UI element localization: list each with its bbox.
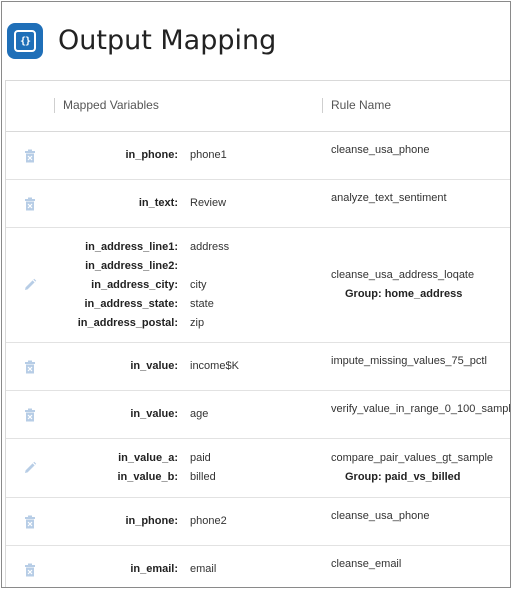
variable-value: zip xyxy=(190,317,205,329)
variable-name: in_phone: xyxy=(125,149,178,161)
rule-name: cleanse_usa_phone xyxy=(331,144,430,156)
column-header-rule-name[interactable]: Rule Name xyxy=(322,98,391,113)
mapped-variable-values: paid billed xyxy=(190,449,216,487)
variable-value: phone1 xyxy=(190,149,227,161)
rule-name-cell[interactable]: cleanse_usa_phone xyxy=(331,141,510,160)
rule-name-cell[interactable]: impute_missing_values_75_pctl xyxy=(331,352,510,371)
rule-name: cleanse_usa_address_loqate xyxy=(331,269,475,281)
variable-name: in_phone: xyxy=(125,515,178,527)
variable-value: state xyxy=(190,298,214,310)
mapped-variable-values: phone1 xyxy=(190,146,227,165)
mapped-variable-names: in_email: xyxy=(6,560,178,579)
rule-name: verify_value_in_range_0_100_sample xyxy=(331,403,511,415)
variable-value: billed xyxy=(190,471,216,483)
variable-value xyxy=(190,257,229,276)
variable-value: city xyxy=(190,279,207,291)
table-row: in_email: email cleanse_email xyxy=(6,546,510,587)
rule-name-cell[interactable]: compare_pair_values_gt_sample Group: paid… xyxy=(331,449,510,487)
mapped-variable-names: in_value_a: in_value_b: xyxy=(6,449,178,487)
variable-name: in_value: xyxy=(130,360,178,372)
mapped-variable-values: address city state zip xyxy=(190,238,229,333)
variable-name: in_value_a: xyxy=(118,452,178,464)
variable-name: in_value: xyxy=(130,408,178,420)
table-row: in_phone: phone1 cleanse_usa_phone xyxy=(6,132,510,180)
rule-name: cleanse_usa_phone xyxy=(331,510,430,522)
rule-name: cleanse_email xyxy=(331,558,402,570)
mapped-variable-names: in_text: xyxy=(6,194,178,213)
table-row: in_text: Review analyze_text_sentiment xyxy=(6,180,510,228)
braces-glyph: {} xyxy=(14,30,36,52)
variable-name: in_address_postal: xyxy=(77,317,178,329)
rule-name-cell[interactable]: cleanse_email xyxy=(331,555,510,574)
table-row: in_address_line1: in_address_line2: in_add… xyxy=(6,228,510,343)
rule-name-cell[interactable]: cleanse_usa_address_loqate Group: home_ad… xyxy=(331,266,510,304)
rule-name: compare_pair_values_gt_sample xyxy=(331,452,494,464)
variable-name: in_email: xyxy=(130,563,178,575)
variable-value: income$K xyxy=(190,360,239,372)
rule-name-cell[interactable]: cleanse_usa_phone xyxy=(331,507,510,526)
mapping-table: Mapped Variables Rule Name in_phone:phon… xyxy=(5,80,510,587)
mapped-variable-values: income$K xyxy=(190,357,239,376)
table-row: in_value: age verify_value_in_range_0_100_… xyxy=(6,391,510,439)
table-row: in_value_a: in_value_b: paid billed compare_… xyxy=(6,439,510,498)
mapped-variable-values: Review xyxy=(190,194,226,213)
mapped-variable-names: in_phone: xyxy=(6,512,178,531)
variable-name: in_text: xyxy=(138,197,178,209)
table-row: in_value: income$K impute_missing_values_7… xyxy=(6,343,510,391)
variable-name: in_address_line1: xyxy=(85,241,178,253)
variable-value: phone2 xyxy=(190,515,227,527)
mapped-variable-values: age xyxy=(190,405,208,424)
mapped-variable-names: in_value: xyxy=(6,405,178,424)
variable-value: paid xyxy=(190,452,211,464)
rule-group-label: Group: paid_vs_billed xyxy=(345,471,461,483)
table-row: in_phone: phone2 cleanse_usa_phone xyxy=(6,498,510,546)
column-header-mapped-variables[interactable]: Mapped Variables xyxy=(54,98,159,113)
rule-group-label: Group: home_address xyxy=(345,288,463,300)
table-header: Mapped Variables Rule Name xyxy=(6,81,510,132)
variable-name: in_address_line2: xyxy=(85,260,178,272)
variable-name: in_address_city: xyxy=(91,279,178,291)
mapped-variable-names: in_value: xyxy=(6,357,178,376)
page-title: Output Mapping xyxy=(58,25,277,56)
rule-name: impute_missing_values_75_pctl xyxy=(331,355,487,367)
variable-value: Review xyxy=(190,197,227,209)
header: {} Output Mapping xyxy=(2,2,510,80)
variable-value: address xyxy=(190,241,230,253)
mapped-variable-values: email xyxy=(190,560,216,579)
output-mapping-panel: {} Output Mapping Mapped Variables Rule … xyxy=(1,1,511,588)
rule-name: analyze_text_sentiment xyxy=(331,192,447,204)
rule-name-cell[interactable]: analyze_text_sentiment xyxy=(331,189,510,208)
variable-name: in_value_b: xyxy=(117,471,178,483)
variable-value: age xyxy=(190,408,209,420)
rule-name-cell[interactable]: verify_value_in_range_0_100_sample xyxy=(331,400,511,419)
mapped-variable-names: in_phone: xyxy=(6,146,178,165)
mapped-variable-names: in_address_line1: in_address_line2: in_add… xyxy=(6,238,178,333)
variable-value: email xyxy=(190,563,217,575)
mapped-variable-values: phone2 xyxy=(190,512,227,531)
variable-name: in_address_state: xyxy=(84,298,178,310)
table-body: in_phone: phone1 cleanse_usa_phone in_text:… xyxy=(6,132,510,587)
braces-icon: {} xyxy=(7,23,43,59)
